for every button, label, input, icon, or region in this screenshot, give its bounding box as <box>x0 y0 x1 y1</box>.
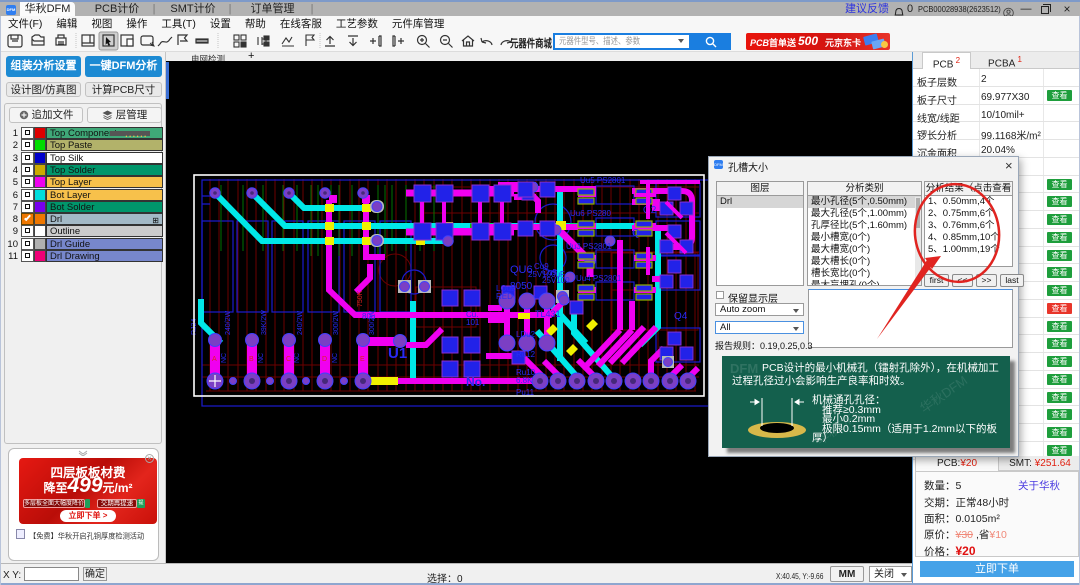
svg-text:Ru12: Ru12 <box>516 350 536 359</box>
svg-text:6.8K: 6.8K <box>516 376 533 385</box>
svg-text:Uu3 PS2801: Uu3 PS2801 <box>566 242 612 251</box>
svg-text:No.: No. <box>466 375 485 389</box>
svg-text:NC: NC <box>332 353 339 363</box>
svg-text:300/2W: 300/2W <box>369 310 376 335</box>
svg-text:NC: NC <box>258 353 265 363</box>
svg-text:240/2W: 240/2W <box>225 310 232 335</box>
svg-text:C: C <box>286 356 291 363</box>
svg-text:39K/2W: 39K/2W <box>261 310 268 335</box>
svg-text:D: D <box>322 356 327 363</box>
svg-text:NC: NC <box>294 353 301 363</box>
svg-text:Uu6 PS280: Uu6 PS280 <box>570 209 611 218</box>
svg-text:240/2W: 240/2W <box>297 310 304 335</box>
svg-text:RED: RED <box>496 292 513 301</box>
svg-text:Uu5 PS2801: Uu5 PS2801 <box>580 176 626 185</box>
svg-text:Q4: Q4 <box>674 311 688 322</box>
svg-text:B: B <box>249 356 254 363</box>
svg-text:300/2W: 300/2W <box>333 310 340 335</box>
svg-text:101: 101 <box>466 318 480 327</box>
svg-text:25V100uF: 25V100uF <box>528 270 565 279</box>
svg-text:Uu4 PS2801: Uu4 PS2801 <box>576 274 622 283</box>
svg-text:A: A <box>212 356 217 363</box>
svg-text:U1: U1 <box>388 345 407 362</box>
svg-text:E: E <box>360 356 365 363</box>
svg-text:LDu2: LDu2 <box>516 330 536 339</box>
svg-text:750K: 750K <box>357 290 364 307</box>
svg-text:TL431: TL431 <box>535 309 561 319</box>
svg-text:NC: NC <box>221 353 228 363</box>
svg-text:Q: Q <box>632 228 640 239</box>
